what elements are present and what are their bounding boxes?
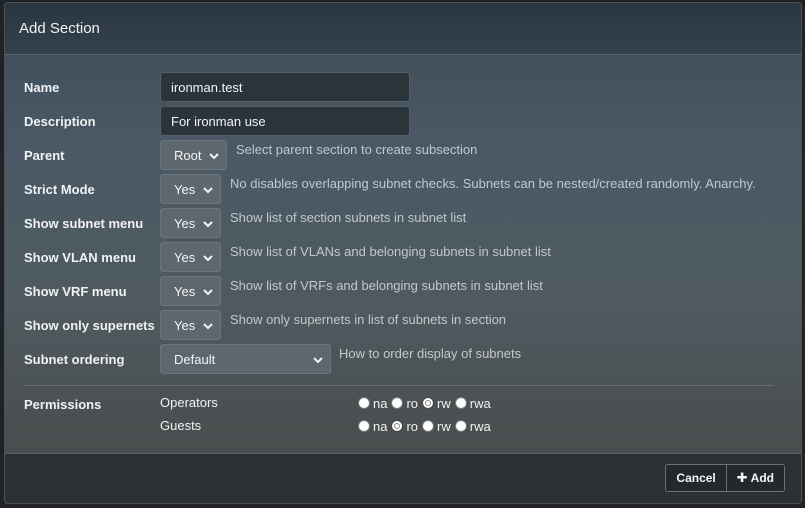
radio-rwa[interactable] [454, 397, 467, 409]
permission-radios: na ro rw rwa [358, 416, 495, 436]
plus-icon: ✚ [736, 470, 748, 485]
show-vrf-menu-row: Show VRF menu Yes Show list of VRFs and … [5, 276, 801, 306]
radio-label: ro [406, 418, 419, 434]
modal-header: Add Section [5, 3, 801, 55]
chevron-down-icon [209, 153, 219, 160]
show-subnet-menu-select[interactable]: Yes [160, 208, 221, 238]
show-only-supernets-label: Show only supernets [24, 318, 155, 333]
description-label: Description [24, 114, 96, 129]
show-vlan-menu-help: Show list of VLANs and belonging subnets… [230, 244, 551, 259]
name-input[interactable]: ironman.test [160, 72, 410, 102]
show-vrf-menu-select[interactable]: Yes [160, 276, 221, 306]
modal-title: Add Section [19, 20, 100, 37]
show-only-supernets-row: Show only supernets Yes Show only supern… [5, 310, 801, 340]
show-only-supernets-help: Show only supernets in list of subnets i… [230, 312, 507, 327]
subnet-ordering-row: Subnet ordering Default How to order dis… [5, 344, 801, 374]
show-only-supernets-select-value: Yes [174, 317, 196, 333]
name-row: Name ironman.test [5, 72, 801, 102]
show-subnet-menu-row: Show subnet menu Yes Show list of sectio… [5, 208, 801, 238]
chevron-down-icon [203, 221, 213, 228]
strict-mode-label: Strict Mode [24, 182, 95, 197]
add-button-label: Add [750, 471, 774, 485]
parent-select[interactable]: Root [160, 140, 227, 170]
show-only-supernets-select[interactable]: Yes [160, 310, 221, 340]
show-vrf-menu-select-value: Yes [174, 283, 196, 299]
show-vrf-menu-help: Show list of VRFs and belonging subnets … [230, 278, 543, 293]
radio-rwa[interactable] [454, 420, 467, 432]
chevron-down-icon [203, 255, 213, 262]
parent-row: Parent Root Select parent section to cre… [5, 140, 801, 170]
permissions-label: Permissions [24, 397, 102, 412]
radio-label: ro [406, 395, 419, 411]
strict-mode-row: Strict Mode Yes No disables overlapping … [5, 174, 801, 204]
radio-ro[interactable] [391, 420, 404, 432]
radio-label: rwa [469, 418, 491, 434]
cancel-button[interactable]: Cancel [666, 465, 726, 491]
show-vlan-menu-select-value: Yes [174, 249, 196, 265]
strict-mode-help: No disables overlapping subnet checks. S… [230, 176, 756, 191]
chevron-down-icon [203, 289, 213, 296]
description-input[interactable]: For ironman use [160, 106, 410, 136]
add-button[interactable]: ✚ Add [725, 465, 784, 491]
show-subnet-menu-label: Show subnet menu [24, 216, 144, 231]
footer-button-group: Cancel ✚ Add [665, 464, 785, 492]
chevron-down-icon [203, 323, 213, 330]
radio-ro[interactable] [391, 397, 404, 409]
permission-group-name: Guests [160, 418, 202, 433]
chevron-down-icon [313, 357, 323, 364]
radio-label: na [373, 395, 388, 411]
subnet-ordering-label: Subnet ordering [24, 352, 125, 367]
permission-group-name: Operators [160, 395, 218, 410]
permission-row-operators: Operators na ro rw rwa [160, 393, 560, 413]
subnet-ordering-help: How to order display of subnets [339, 346, 522, 361]
subnet-ordering-select[interactable]: Default [160, 344, 331, 374]
add-section-modal: Add Section Name ironman.test Descriptio… [4, 2, 802, 504]
show-subnet-menu-select-value: Yes [174, 215, 196, 231]
strict-mode-select[interactable]: Yes [160, 174, 221, 204]
radio-rw[interactable] [422, 420, 435, 432]
show-subnet-menu-help: Show list of section subnets in subnet l… [230, 210, 467, 225]
strict-mode-select-value: Yes [174, 181, 196, 197]
show-vlan-menu-label: Show VLAN menu [24, 250, 136, 265]
show-vlan-menu-row: Show VLAN menu Yes Show list of VLANs an… [5, 242, 801, 272]
radio-label: rw [437, 418, 451, 434]
modal-body: Name ironman.test Description For ironma… [5, 56, 801, 454]
show-vrf-menu-label: Show VRF menu [24, 284, 127, 299]
parent-label: Parent [24, 148, 65, 163]
name-label: Name [24, 80, 60, 95]
parent-select-value: Root [174, 147, 202, 163]
modal-footer: Cancel ✚ Add [5, 453, 801, 503]
divider [24, 385, 774, 386]
chevron-down-icon [203, 187, 213, 194]
description-row: Description For ironman use [5, 106, 801, 136]
radio-label: na [373, 418, 388, 434]
parent-help: Select parent section to create subsecti… [236, 142, 478, 157]
radio-na[interactable] [358, 397, 370, 409]
radio-label: rwa [469, 395, 491, 411]
permission-row-guests: Guests na ro rw rwa [160, 416, 560, 436]
radio-na[interactable] [358, 420, 370, 432]
radio-label: rw [437, 395, 451, 411]
show-vlan-menu-select[interactable]: Yes [160, 242, 221, 272]
subnet-ordering-select-value: Default [174, 351, 216, 367]
radio-rw[interactable] [422, 397, 435, 409]
permission-radios: na ro rw rwa [358, 393, 495, 413]
